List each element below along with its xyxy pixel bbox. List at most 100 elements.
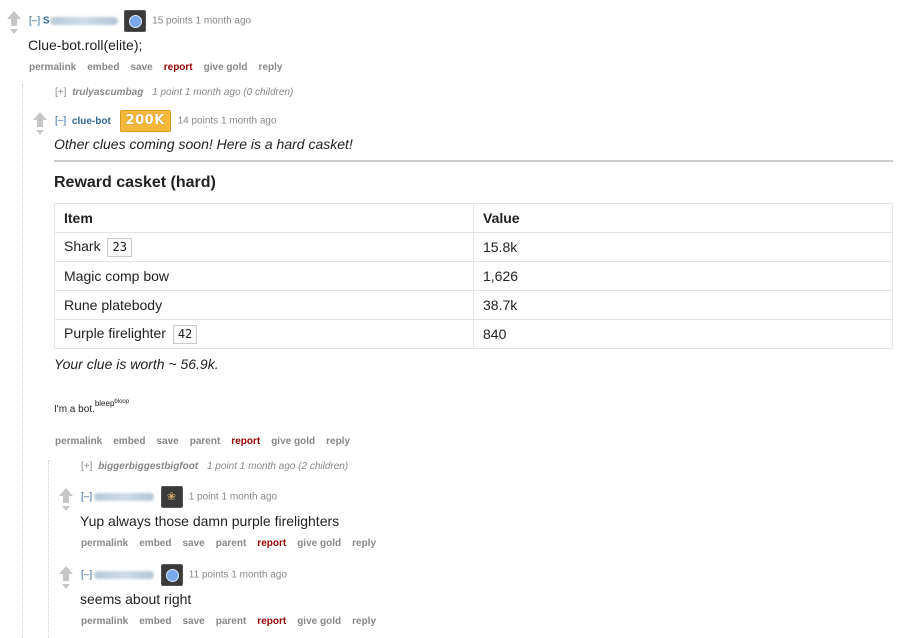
vote-arrows[interactable] — [7, 11, 21, 34]
vote-arrows[interactable] — [59, 566, 73, 589]
comment-body: Clue-bot.roll(elite); — [28, 37, 143, 53]
embed-button[interactable]: embed — [113, 436, 145, 447]
item-quantity: 42 — [172, 324, 198, 344]
upvote-arrow-icon[interactable] — [59, 488, 73, 496]
comment-tagline: [–] clue-bot 200K 14 points 1 month ago — [55, 110, 277, 132]
vote-arrows[interactable] — [33, 112, 47, 135]
expand-toggle[interactable]: [+] — [81, 461, 92, 472]
collapse-toggle[interactable]: [–] — [81, 492, 92, 503]
reward-heading: Reward casket (hard) — [54, 174, 216, 191]
embed-button[interactable]: embed — [87, 62, 119, 73]
downvote-arrow-icon[interactable] — [10, 29, 18, 34]
table-cell-value: 38.7k — [473, 290, 893, 320]
blurred-username — [49, 17, 118, 25]
table-cell-value: 840 — [473, 319, 893, 349]
comment-score-time: 15 points 1 month ago — [152, 15, 252, 27]
comment-buttons: permalink embed save parent report give gold r… — [81, 616, 387, 627]
downvote-arrow-icon[interactable] — [62, 506, 70, 511]
save-button[interactable]: save — [130, 62, 152, 73]
table-header-value: Value — [473, 203, 893, 233]
reply-button[interactable]: reply — [326, 436, 350, 447]
comment-author[interactable]: clue-bot — [72, 116, 111, 127]
give-gold-button[interactable]: give gold — [271, 436, 315, 447]
comment-tagline: [–] ❀ 1 point 1 month ago — [81, 486, 277, 508]
item-name: Shark — [64, 237, 101, 254]
save-button[interactable]: save — [182, 616, 204, 627]
bot-footer-text: I'm a bot. — [54, 404, 95, 415]
table-row: Shark 23 15.8k — [54, 232, 893, 262]
collapsed-author[interactable]: trulyascumbag — [72, 87, 143, 98]
collapse-toggle[interactable]: [–] — [55, 116, 66, 127]
report-button[interactable]: report — [231, 436, 260, 447]
compass-flair-icon — [124, 10, 147, 32]
table-header-item: Item — [54, 203, 474, 233]
flair-badge: 200K — [119, 110, 171, 132]
collapsed-comment: [+] biggerbiggestbigfoot 1 point 1 month… — [81, 461, 348, 472]
permalink-button[interactable]: permalink — [81, 616, 128, 627]
save-button[interactable]: save — [156, 436, 178, 447]
save-button[interactable]: save — [182, 538, 204, 549]
vote-arrows[interactable] — [59, 488, 73, 511]
parent-button[interactable]: parent — [190, 436, 221, 447]
collapsed-comment: [+] trulyascumbag 1 point 1 month ago (0… — [55, 87, 293, 98]
comment-buttons: permalink embed save parent report give gold r… — [55, 436, 361, 447]
reply-button[interactable]: reply — [259, 62, 283, 73]
compass-flair-icon — [160, 564, 183, 586]
blurred-username — [94, 493, 155, 501]
permalink-button[interactable]: permalink — [81, 538, 128, 549]
table-header-row: Item Value — [54, 203, 893, 233]
reward-table: Item Value Shark 23 15.8k Magic comp bow… — [54, 203, 893, 349]
give-gold-button[interactable]: give gold — [297, 538, 341, 549]
thread-line-level1[interactable] — [22, 84, 23, 638]
reply-button[interactable]: reply — [352, 538, 376, 549]
comment-intro: Other clues coming soon! Here is a hard … — [54, 136, 353, 152]
comment-author[interactable]: S — [43, 16, 50, 27]
downvote-arrow-icon[interactable] — [62, 584, 70, 589]
table-cell-item: Rune platebody — [54, 290, 474, 320]
collapsed-author[interactable]: biggerbiggestbigfoot — [98, 461, 198, 472]
collapsed-meta: 1 point 1 month ago (2 children) — [206, 461, 349, 472]
comment-score-time: 14 points 1 month ago — [177, 115, 277, 127]
item-name: Purple firelighter — [64, 324, 166, 341]
give-gold-button[interactable]: give gold — [204, 62, 248, 73]
table-cell-item: Magic comp bow — [54, 261, 474, 291]
parent-button[interactable]: parent — [216, 538, 247, 549]
give-gold-button[interactable]: give gold — [297, 616, 341, 627]
reply-button[interactable]: reply — [352, 616, 376, 627]
collapsed-meta: 1 point 1 month ago (0 children) — [152, 87, 294, 98]
report-button[interactable]: report — [164, 62, 193, 73]
table-row: Magic comp bow 1,626 — [54, 261, 893, 291]
expand-toggle[interactable]: [+] — [55, 87, 66, 98]
embed-button[interactable]: embed — [139, 616, 171, 627]
bot-footer: I'm a bot.bleepbloop — [54, 398, 130, 415]
collapse-toggle[interactable]: [–] — [81, 570, 92, 581]
upvote-arrow-icon[interactable] — [59, 566, 73, 574]
report-button[interactable]: report — [257, 538, 286, 549]
parent-button[interactable]: parent — [216, 616, 247, 627]
clue-worth: Your clue is worth ~ 56.9k. — [54, 356, 219, 372]
permalink-button[interactable]: permalink — [29, 62, 76, 73]
report-button[interactable]: report — [257, 616, 286, 627]
comment-tagline: [–] 11 points 1 month ago — [81, 564, 287, 586]
table-cell-item: Purple firelighter 42 — [54, 319, 474, 349]
comment-tagline: [–] S 15 points 1 month ago — [29, 10, 251, 32]
comment-score-time: 1 point 1 month ago — [188, 491, 278, 503]
item-quantity: 23 — [107, 237, 132, 257]
table-cell-value: 1,626 — [473, 261, 893, 291]
comment-buttons: permalink embed save parent report give gold r… — [81, 538, 387, 549]
table-cell-item: Shark 23 — [54, 232, 474, 262]
thread-line-level2[interactable] — [48, 460, 49, 638]
embed-button[interactable]: embed — [139, 538, 171, 549]
downvote-arrow-icon[interactable] — [36, 130, 44, 135]
bot-footer-sup-2: bloop — [114, 399, 130, 405]
collapse-toggle[interactable]: [–] — [29, 16, 40, 27]
blurred-username — [94, 571, 155, 579]
permalink-button[interactable]: permalink — [55, 436, 102, 447]
divider — [54, 160, 893, 162]
upvote-arrow-icon[interactable] — [7, 11, 21, 19]
comment-body: Yup always those damn purple firelighter… — [80, 513, 340, 529]
bot-footer-sup: bleep — [94, 399, 115, 408]
comment-score-time: 11 points 1 month ago — [188, 569, 287, 581]
upvote-arrow-icon[interactable] — [33, 112, 47, 120]
table-row: Purple firelighter 42 840 — [54, 319, 893, 349]
